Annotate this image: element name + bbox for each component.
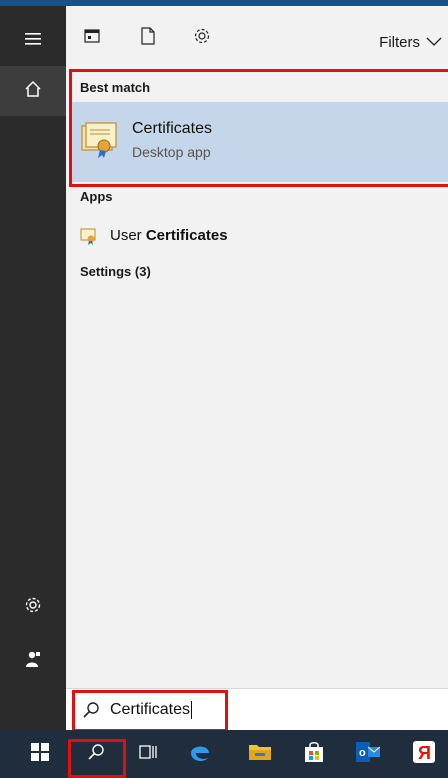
app-result-prefix: User [110,227,146,244]
start-left-rail [0,0,66,730]
settings-filter-icon [193,27,211,50]
outlook-button[interactable]: o [344,730,392,778]
start-button[interactable] [16,730,64,778]
apps-heading: Apps [80,189,113,204]
outlook-icon: o [356,741,381,768]
rail-top-accent [0,0,66,6]
user-certificate-icon [80,227,98,250]
edge-icon [188,740,212,769]
search-input-value: Certificates [110,701,191,719]
home-button[interactable] [0,66,66,116]
chevron-down-icon [426,34,442,51]
search-input[interactable]: Certificates [110,701,193,719]
best-match-title: Certificates [132,120,213,137]
best-match-heading: Best match [80,80,151,95]
text-caret [191,701,193,719]
settings-button[interactable] [0,582,66,632]
search-icon [82,701,100,724]
home-icon [24,80,42,103]
search-icon [87,743,105,766]
filters-label: Filters [379,34,420,51]
documents-filter-button[interactable] [136,26,160,50]
user-account-button[interactable] [0,636,66,686]
filters-dropdown[interactable]: Filters [379,34,442,51]
yandex-button[interactable]: Я [400,730,448,778]
task-view-button[interactable] [124,730,172,778]
best-match-result[interactable]: Certificates Desktop app [70,102,448,182]
svg-text:Я: Я [418,743,431,763]
svg-text:o: o [359,747,366,759]
filter-toolbar: Filters [66,6,448,66]
task-view-icon [139,743,157,766]
search-box[interactable]: Certificates [66,688,448,731]
edge-button[interactable] [176,730,224,778]
store-button[interactable] [290,730,338,778]
user-icon [24,650,42,673]
app-result-match: Certificates [145,227,228,244]
settings-results-heading[interactable]: Settings (3) [80,264,151,279]
windows-start-icon [31,742,49,766]
apps-filter-icon [84,28,100,49]
certificate-icon [80,120,120,165]
yandex-icon: Я [412,740,436,769]
taskbar: o Я [0,730,448,778]
apps-filter-button[interactable] [80,26,104,50]
file-explorer-icon [248,742,272,767]
app-result-label: User Certificates [110,227,228,244]
hamburger-icon [25,32,41,51]
file-explorer-button[interactable] [236,730,284,778]
settings-filter-button[interactable] [190,26,214,50]
taskbar-search-button[interactable] [72,730,120,778]
search-results-panel: Filters Best match Certificates Desktop … [66,0,448,731]
documents-filter-icon [140,26,156,50]
settings-gear-icon [24,596,42,619]
hamburger-menu-button[interactable] [0,16,66,66]
best-match-subtitle: Desktop app [132,144,211,160]
app-result-user-certificates[interactable]: User Certificates [66,220,448,252]
store-icon [303,741,325,768]
